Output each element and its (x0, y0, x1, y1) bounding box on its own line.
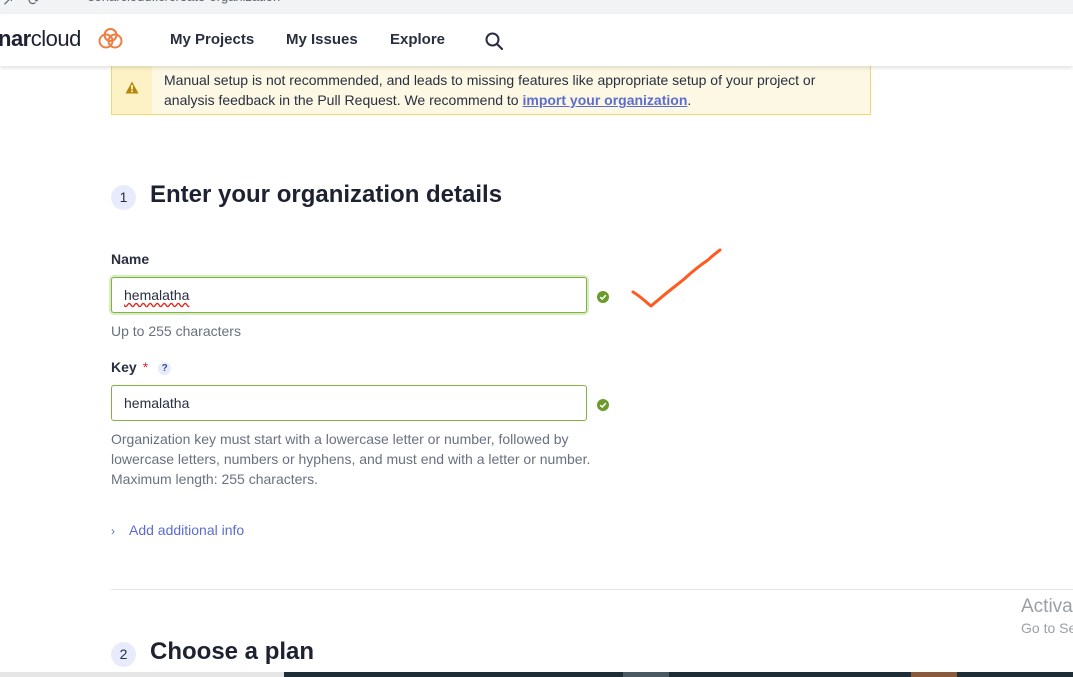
step-number: 2 (111, 642, 136, 667)
checkmark-annotation-icon (631, 248, 722, 308)
sonarcloud-logo[interactable]: narcloud (0, 26, 81, 52)
check-circle-icon (597, 291, 609, 303)
search-icon[interactable] (484, 31, 504, 51)
nav-my-projects[interactable]: My Projects (170, 31, 254, 48)
taskbar-app[interactable] (623, 672, 669, 677)
step-title: Enter your organization details (150, 181, 503, 208)
step-title: Choose a plan (150, 638, 315, 665)
help-icon[interactable]: ? (158, 361, 172, 375)
top-navigation: narcloud My Projects My Issues Explore (0, 14, 1073, 66)
required-marker: * (142, 359, 149, 375)
import-organization-link[interactable]: import your organization (522, 92, 687, 108)
section-divider (111, 589, 1073, 590)
key-input[interactable]: hemalatha (111, 385, 587, 421)
name-hint: Up to 255 characters (111, 323, 241, 339)
key-hint: Organization key must start with a lower… (111, 431, 591, 487)
manual-setup-warning: Manual setup is not recommended, and lea… (111, 60, 871, 115)
cloud-logo-icon (98, 28, 123, 49)
browser-address-bar: ↗ ⟳ sonarcloud.io/create-organization (0, 0, 1073, 14)
windows-activation-watermark: Activa Go to Se (1021, 596, 1073, 636)
name-input[interactable]: hemalatha (111, 277, 587, 313)
chevron-right-icon: › (111, 524, 115, 538)
warning-message: Manual setup is not recommended, and lea… (164, 72, 816, 108)
nav-explore[interactable]: Explore (390, 31, 445, 48)
name-label: Name (111, 251, 150, 267)
back-arrow-icon[interactable]: ↗ (2, 0, 14, 9)
key-label: Key *? (111, 359, 172, 375)
step-number: 1 (111, 185, 136, 210)
add-additional-info-toggle[interactable]: › Add additional info (111, 522, 244, 538)
warning-icon (125, 81, 139, 94)
taskbar-app[interactable] (911, 672, 957, 677)
check-circle-icon (597, 399, 609, 411)
nav-my-issues[interactable]: My Issues (286, 31, 358, 48)
url-field[interactable]: sonarcloud.io/create-organization (58, 0, 1073, 10)
reload-icon[interactable]: ⟳ (28, 0, 40, 9)
taskbar (0, 672, 1073, 677)
